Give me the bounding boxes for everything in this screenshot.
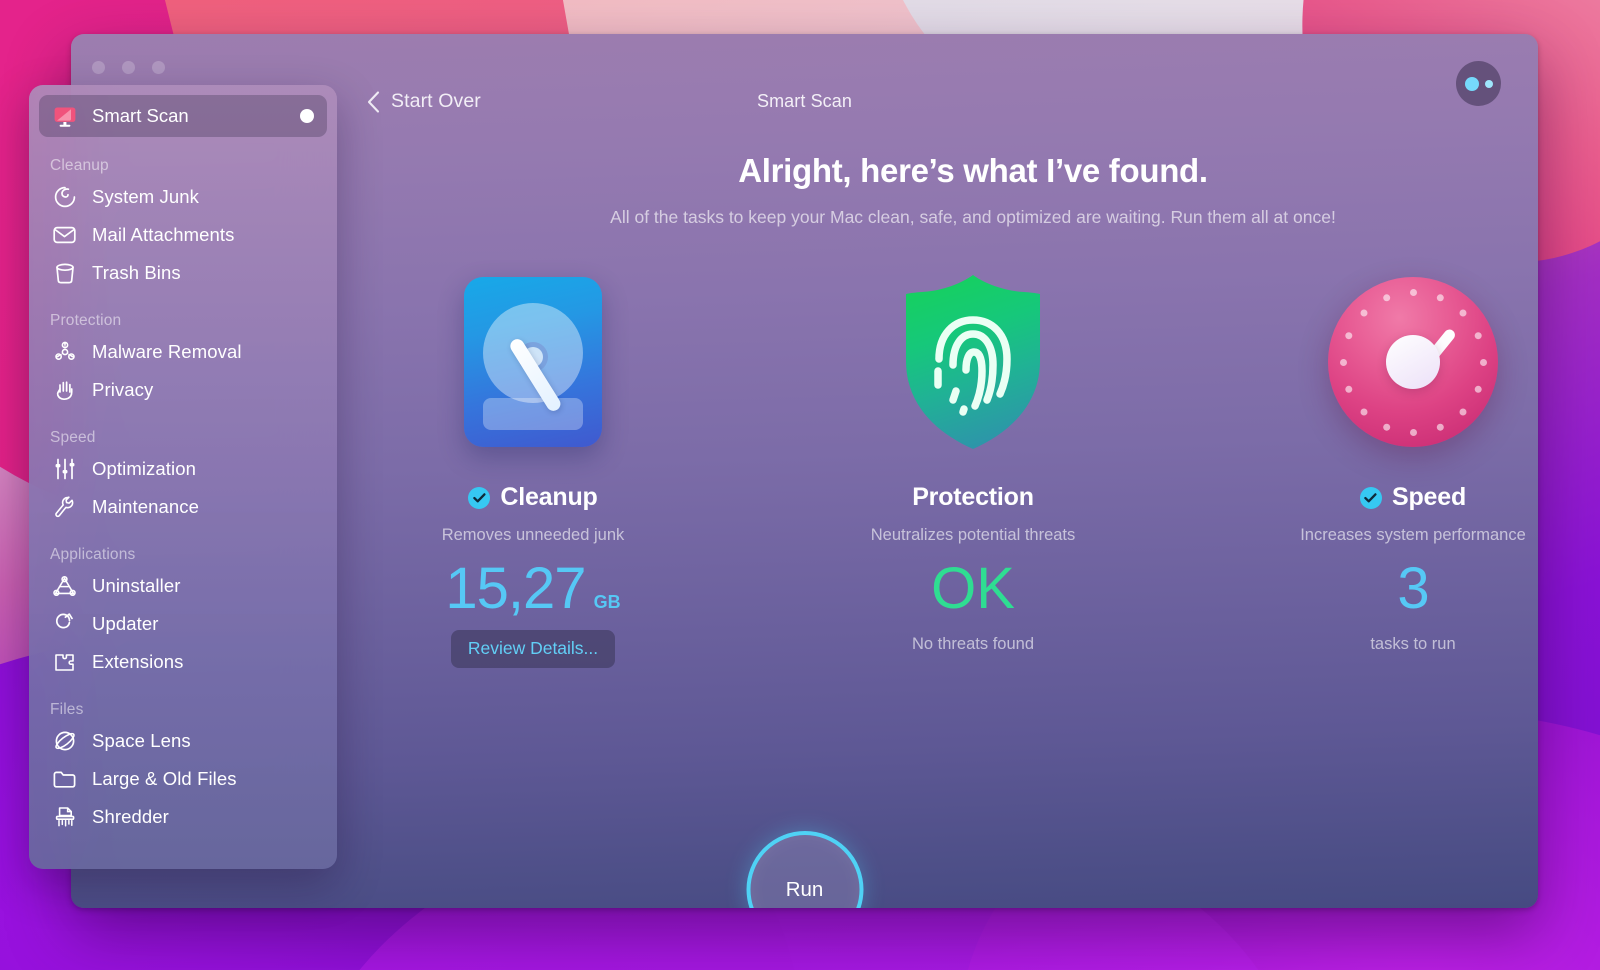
sidebar-group-files: Files (39, 701, 327, 719)
monitor-scan-icon (51, 104, 78, 128)
sidebar-item-label: Uninstaller (92, 575, 181, 597)
check-circle-icon (1360, 487, 1382, 509)
gauge-tick (1410, 289, 1417, 296)
sidebar-item-system-junk[interactable]: System Junk (39, 178, 327, 216)
gauge-tick (1436, 294, 1443, 301)
card-subtitle: Removes unneeded junk (442, 526, 625, 545)
sidebar-item-label: Privacy (92, 379, 153, 401)
gauge-tick (1360, 408, 1367, 415)
sidebar-group-protection: Protection (39, 312, 327, 330)
gauge-tick (1459, 408, 1466, 415)
planet-orbit-icon (51, 729, 78, 753)
hard-disk-icon (464, 273, 602, 451)
gauge-tick (1474, 385, 1481, 392)
page-title: Alright, here’s what I’ve found. (408, 152, 1538, 190)
gauge-tick (1345, 385, 1352, 392)
trash-bin-icon (51, 261, 78, 285)
card-metric: OK (931, 559, 1015, 620)
sidebar-item-label: Maintenance (92, 496, 199, 518)
card-footer: No threats found (912, 635, 1034, 654)
shredder-icon (51, 805, 78, 829)
gauge-tick (1360, 309, 1367, 316)
minimize-button[interactable] (122, 61, 135, 74)
assistant-dot-small (1485, 80, 1493, 88)
sidebar-group-cleanup: Cleanup (39, 157, 327, 175)
review-details-button[interactable]: Review Details... (451, 630, 615, 668)
sidebar-item-label: Optimization (92, 458, 196, 480)
card-footer: tasks to run (1370, 635, 1455, 654)
card-metric: 15,27 GB (445, 559, 620, 620)
shield-fingerprint-icon (892, 273, 1054, 451)
biohazard-icon (51, 340, 78, 364)
sidebar-item-label: Trash Bins (92, 262, 181, 284)
gauge-tick (1474, 332, 1481, 339)
gauge-tick (1340, 359, 1347, 366)
sidebar-item-shredder[interactable]: Shredder (39, 798, 327, 836)
sidebar-item-label: Smart Scan (92, 105, 300, 127)
puzzle-piece-icon (51, 650, 78, 674)
sidebar-item-label: Shredder (92, 806, 169, 828)
sidebar-item-maintenance[interactable]: Maintenance (39, 488, 327, 526)
sidebar-item-smart-scan[interactable]: Smart Scan (39, 95, 327, 137)
app-triangle-icon (51, 574, 78, 598)
card-protection: Protection Neutralizes potential threats… (848, 273, 1098, 654)
envelope-icon (51, 223, 78, 247)
card-subtitle: Increases system performance (1300, 526, 1526, 545)
wrench-icon (51, 495, 78, 519)
page-subtitle: All of the tasks to keep your Mac clean,… (408, 207, 1538, 228)
speedometer-icon (1328, 273, 1498, 451)
status-dot (300, 109, 314, 123)
card-speed: Speed Increases system performance 3 tas… (1288, 273, 1538, 654)
sidebar-item-privacy[interactable]: Privacy (39, 371, 327, 409)
card-cleanup: Cleanup Removes unneeded junk 15,27 GB R… (408, 273, 658, 668)
sidebar-item-label: System Junk (92, 186, 199, 208)
gauge-tick (1345, 332, 1352, 339)
main-content: Alright, here’s what I’ve found. All of … (408, 100, 1538, 908)
gauge-tick (1410, 429, 1417, 436)
refresh-arrow-icon (51, 612, 78, 636)
close-button[interactable] (92, 61, 105, 74)
gauge-tick (1480, 359, 1487, 366)
sidebar-item-label: Large & Old Files (92, 768, 237, 790)
sliders-icon (51, 457, 78, 481)
gauge-tick (1383, 423, 1390, 430)
sidebar-item-label: Mail Attachments (92, 224, 234, 246)
sidebar-item-label: Space Lens (92, 730, 191, 752)
assistant-dot-large (1465, 77, 1479, 91)
card-title: Cleanup (500, 483, 597, 512)
card-value: 3 (1397, 559, 1428, 620)
gauge-tick (1459, 309, 1466, 316)
card-subtitle: Neutralizes potential threats (871, 526, 1076, 545)
sidebar-item-trash-bins[interactable]: Trash Bins (39, 254, 327, 292)
sidebar-item-label: Updater (92, 613, 159, 635)
card-unit: GB (594, 592, 621, 613)
sidebar-item-malware-removal[interactable]: Malware Removal (39, 333, 327, 371)
sidebar-item-large-old-files[interactable]: Large & Old Files (39, 760, 327, 798)
maximize-button[interactable] (152, 61, 165, 74)
traffic-lights[interactable] (92, 61, 165, 74)
broom-swirl-icon (51, 185, 78, 209)
sidebar-item-uninstaller[interactable]: Uninstaller (39, 567, 327, 605)
gauge-tick (1436, 423, 1443, 430)
sidebar-item-mail-attachments[interactable]: Mail Attachments (39, 216, 327, 254)
sidebar-group-applications: Applications (39, 546, 327, 564)
folder-icon (51, 767, 78, 791)
sidebar-group-speed: Speed (39, 429, 327, 447)
gauge-tick (1383, 294, 1390, 301)
sidebar-item-space-lens[interactable]: Space Lens (39, 722, 327, 760)
card-title: Protection (912, 483, 1034, 512)
card-title: Speed (1392, 483, 1466, 512)
results-cards: Cleanup Removes unneeded junk 15,27 GB R… (408, 273, 1538, 668)
sidebar-item-extensions[interactable]: Extensions (39, 643, 327, 681)
card-value: OK (931, 559, 1015, 620)
sidebar-item-label: Malware Removal (92, 341, 242, 363)
sidebar-item-updater[interactable]: Updater (39, 605, 327, 643)
check-circle-icon (468, 487, 490, 509)
sidebar-item-optimization[interactable]: Optimization (39, 450, 327, 488)
card-metric: 3 (1397, 559, 1428, 620)
sidebar-item-label: Extensions (92, 651, 184, 673)
sidebar: Smart Scan Cleanup System Junk Mail Atta… (29, 85, 337, 869)
hand-icon (51, 378, 78, 402)
card-value: 15,27 (445, 559, 585, 620)
